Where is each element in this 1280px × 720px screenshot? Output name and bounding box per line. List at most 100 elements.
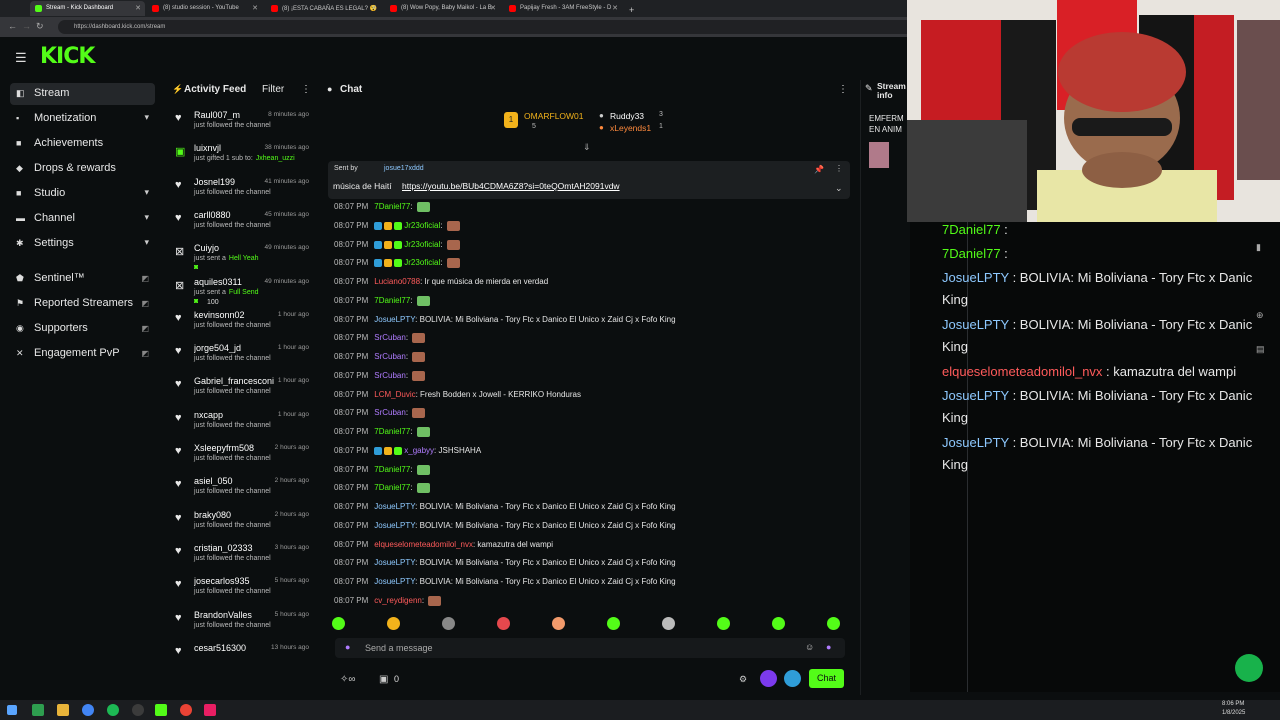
activity-filter-button[interactable]: Filter — [262, 84, 284, 95]
chevron-down-icon[interactable]: ⌄ — [835, 183, 843, 194]
activity-username[interactable]: jorge504_jd — [194, 343, 274, 353]
quick-emote-icon[interactable] — [497, 617, 510, 630]
hamburger-menu-icon[interactable]: ☰ — [15, 50, 27, 66]
side-tool-icon[interactable]: ▤ — [1256, 344, 1265, 355]
quick-emote-icon[interactable] — [607, 617, 620, 630]
more-options-icon[interactable]: ⋮ — [838, 84, 848, 95]
activity-username[interactable]: nxcapp — [194, 410, 274, 420]
message-username[interactable]: 7Daniel77 — [374, 202, 410, 211]
side-tool-icon[interactable]: ▮ — [1256, 242, 1261, 253]
activity-username[interactable]: josecarlos935 — [194, 576, 274, 586]
browser-tab-youtube-2[interactable]: (8) ¡ESTA CABAÑA ES LEGAL? 😯 ✕ — [266, 1, 381, 16]
chrome-alt-icon[interactable] — [180, 704, 192, 716]
close-tab-icon[interactable]: ✕ — [612, 4, 618, 12]
message-username[interactable]: LCM_Duvic — [374, 390, 415, 399]
message-username[interactable]: JosueLPTY — [374, 558, 415, 567]
quick-emote-icon[interactable] — [442, 617, 455, 630]
quick-emote-icon[interactable] — [332, 617, 345, 630]
activity-username[interactable]: aquiles0311 — [194, 277, 274, 287]
message-username[interactable]: 7Daniel77 — [374, 465, 410, 474]
sidebar-item-studio[interactable]: ■ Studio ▾ — [10, 183, 155, 205]
message-username[interactable]: cv_reydigenn — [374, 596, 422, 605]
kick-logo[interactable]: KICK — [40, 44, 95, 69]
send-chat-button[interactable]: Chat — [809, 669, 844, 688]
tiktok-icon[interactable] — [204, 704, 216, 716]
quick-emote-icon[interactable] — [387, 617, 400, 630]
activity-username[interactable]: cristian_02333 — [194, 543, 274, 553]
sidebar-item-stream[interactable]: ◧ Stream — [10, 83, 155, 105]
chrome-icon[interactable] — [82, 704, 94, 716]
new-tab-button[interactable]: + — [626, 1, 640, 16]
quick-emote-icon[interactable] — [552, 617, 565, 630]
browser-tab-kick[interactable]: Stream - Kick Dashboard ✕ — [30, 1, 145, 16]
pin-icon[interactable]: 📌 — [814, 165, 824, 174]
activity-username[interactable]: kevinsonn02 — [194, 310, 274, 320]
settings-gear-icon[interactable]: ⚙ — [739, 674, 747, 685]
activity-username[interactable]: Xsleepyfrm508 — [194, 443, 274, 453]
quick-emote-icon[interactable] — [662, 617, 675, 630]
activity-username[interactable]: cesar516300 — [194, 643, 274, 653]
quick-emote-icon[interactable] — [772, 617, 785, 630]
file-explorer-icon[interactable] — [57, 704, 69, 716]
browser-tab-youtube-3[interactable]: (8) Wow Popy, Baby Maikol - La B ✕ — [385, 1, 500, 16]
activity-username[interactable]: asiel_050 — [194, 476, 274, 486]
spotify-icon[interactable] — [107, 704, 119, 716]
activity-username[interactable]: carll0880 — [194, 210, 274, 220]
message-username[interactable]: JosueLPTY — [374, 315, 415, 324]
message-username[interactable]: SrCuban — [374, 408, 406, 417]
message-username[interactable]: SrCuban — [374, 352, 406, 361]
edit-icon[interactable]: ✎ — [865, 83, 873, 94]
quick-emote-icon[interactable] — [717, 617, 730, 630]
kick-app-icon[interactable] — [155, 704, 167, 716]
quick-emote-icon[interactable] — [827, 617, 840, 630]
message-username[interactable]: elqueselometeadomilol_nvx — [374, 540, 473, 549]
reload-icon[interactable]: ↻ — [36, 21, 44, 32]
activity-username[interactable]: braky080 — [194, 510, 274, 520]
side-tool-icon[interactable]: ⊕ — [1256, 310, 1264, 321]
sidebar-item-sentinel[interactable]: ⬟ Sentinel™ ◩ — [10, 268, 155, 290]
message-username[interactable]: 7Daniel77 — [374, 296, 410, 305]
app-icon[interactable] — [32, 704, 44, 716]
sticker-icon[interactable]: ● — [826, 642, 831, 652]
pinned-link[interactable]: https://youtu.be/BUb4CDMA6Z8?si=0teQOmtA… — [402, 181, 620, 191]
windows-start-icon[interactable] — [7, 705, 17, 715]
forward-icon[interactable]: → — [22, 21, 31, 31]
sidebar-item-monetization[interactable]: ▪ Monetization ▾ — [10, 108, 155, 130]
browser-tab-youtube-1[interactable]: (8) studio session - YouTube ✕ — [147, 1, 262, 16]
close-tab-icon[interactable]: ✕ — [371, 4, 377, 12]
collapse-arrow-icon[interactable]: ⇓ — [583, 142, 591, 153]
activity-username[interactable]: Gabriel_francesconi — [194, 376, 274, 386]
close-tab-icon[interactable]: ✕ — [252, 4, 258, 12]
message-username[interactable]: SrCuban — [374, 371, 406, 380]
sidebar-item-engagement-pvp[interactable]: ✕ Engagement PvP ◩ — [10, 343, 155, 365]
message-username[interactable]: JosueLPTY — [374, 502, 415, 511]
sidebar-item-drops[interactable]: ◆ Drops & rewards — [10, 158, 155, 180]
mic-icon[interactable]: ● — [345, 642, 350, 652]
message-username[interactable]: JosueLPTY — [374, 521, 415, 530]
infinity-icon[interactable]: ✧∞ — [340, 674, 356, 685]
sidebar-item-settings[interactable]: ✱ Settings ▾ — [10, 233, 155, 255]
obs-icon[interactable] — [132, 704, 144, 716]
message-username[interactable]: JosueLPTY — [374, 577, 415, 586]
chat-input[interactable]: ● Send a message ☺ ● — [335, 638, 845, 658]
gif-icon[interactable] — [784, 670, 801, 687]
close-tab-icon[interactable]: ✕ — [135, 4, 141, 12]
message-username[interactable]: x_gabyy — [404, 446, 434, 455]
message-username[interactable]: Luciano0788 — [374, 277, 420, 286]
activity-username[interactable]: luixnvjl — [194, 143, 274, 153]
7tv-icon[interactable] — [760, 670, 777, 687]
close-tab-icon[interactable]: ✕ — [490, 4, 496, 12]
message-username[interactable]: 7Daniel77 — [374, 427, 410, 436]
activity-username[interactable]: Raul007_m — [194, 110, 274, 120]
activity-username[interactable]: Cuiyjo — [194, 243, 274, 253]
floating-chat-button[interactable] — [1235, 654, 1263, 682]
browser-tab-youtube-4[interactable]: Papijay Fresh - 3AM FreeStyle - D ✕ — [504, 1, 622, 16]
sidebar-item-reported-streamers[interactable]: ⚑ Reported Streamers ◩ — [10, 293, 155, 315]
back-icon[interactable]: ← — [8, 21, 17, 31]
emoji-icon[interactable]: ☺ — [805, 642, 814, 652]
url-field[interactable]: https://dashboard.kick.com/stream — [58, 20, 918, 34]
more-options-icon[interactable]: ⋮ — [301, 84, 311, 95]
activity-username[interactable]: BrandonValles — [194, 610, 274, 620]
gift-icon[interactable]: ▣ — [379, 674, 388, 685]
message-username[interactable]: 7Daniel77 — [374, 483, 410, 492]
